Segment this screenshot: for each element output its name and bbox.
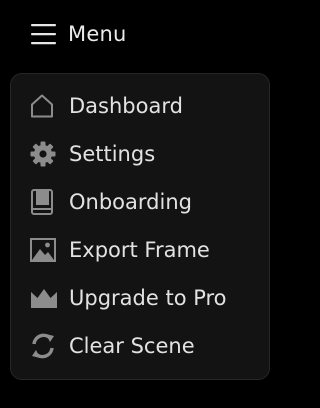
menu-panel: Dashboard Settings Onboarding Export Fra… <box>10 73 270 380</box>
menu-item-clear-scene[interactable]: Clear Scene <box>29 330 265 362</box>
menu-item-label: Dashboard <box>69 94 183 118</box>
menu-item-label: Onboarding <box>69 190 192 214</box>
menu-item-label: Upgrade to Pro <box>69 286 227 310</box>
menu-item-label: Export Frame <box>69 238 210 262</box>
menu-item-dashboard[interactable]: Dashboard <box>29 90 265 122</box>
menu-toggle[interactable]: Menu <box>31 21 126 47</box>
menu-item-settings[interactable]: Settings <box>29 138 265 170</box>
image-icon <box>29 235 59 265</box>
crown-icon <box>29 283 59 313</box>
home-icon <box>29 91 59 121</box>
gear-icon <box>29 139 59 169</box>
hamburger-icon <box>31 24 56 45</box>
menu-item-label: Settings <box>69 142 156 166</box>
menu-title: Menu <box>68 22 127 46</box>
menu-item-export-frame[interactable]: Export Frame <box>29 234 265 266</box>
menu-item-label: Clear Scene <box>69 334 195 358</box>
menu-item-onboarding[interactable]: Onboarding <box>29 186 265 218</box>
menu-item-upgrade[interactable]: Upgrade to Pro <box>29 282 265 314</box>
book-icon <box>29 187 59 217</box>
refresh-icon <box>29 331 59 361</box>
